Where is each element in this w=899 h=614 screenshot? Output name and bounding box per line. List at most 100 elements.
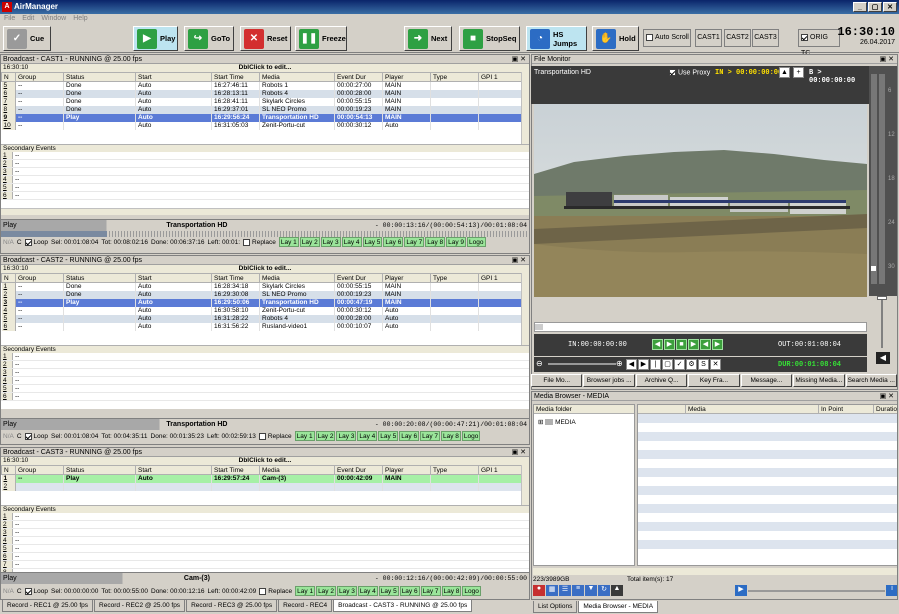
- layer-button-4[interactable]: Lay 4: [341, 237, 362, 247]
- table-row[interactable]: 8 -- Done Auto 16:29:37:01 SL NEO Promo 00:00:…: [1, 106, 529, 114]
- secondary-row[interactable]: 2 --: [1, 160, 529, 168]
- messages-button[interactable]: Message...: [740, 374, 793, 387]
- col-player[interactable]: Player: [382, 72, 431, 82]
- media-browser-hscroll[interactable]: [533, 568, 897, 575]
- cast3-button[interactable]: CAST3: [752, 29, 779, 47]
- refresh-icon[interactable]: ↻: [598, 585, 610, 596]
- col-event-dur[interactable]: Event Dur: [334, 72, 383, 82]
- secondary-row[interactable]: 7 --: [1, 561, 529, 569]
- mark-in-icon[interactable]: ◀: [700, 339, 711, 350]
- col-type[interactable]: Type: [430, 72, 479, 82]
- col-n[interactable]: N: [1, 273, 16, 283]
- replace-toggle[interactable]: Replace: [258, 431, 292, 443]
- list-item[interactable]: [638, 414, 897, 423]
- list-item[interactable]: [638, 531, 897, 540]
- scrub-handle[interactable]: [535, 324, 543, 330]
- replace-checkbox[interactable]: [243, 238, 251, 246]
- media-scrub-track[interactable]: [748, 590, 885, 592]
- menu-help[interactable]: Help: [73, 14, 87, 24]
- mark-out-icon[interactable]: ▶: [712, 339, 723, 350]
- table-row[interactable]: 2: [1, 483, 529, 491]
- record-icon[interactable]: ●: [533, 585, 545, 596]
- list-item[interactable]: [638, 504, 897, 513]
- reset-button[interactable]: ✕ Reset: [240, 26, 291, 51]
- clip-icon[interactable]: ▢: [662, 359, 673, 370]
- key-frames-button[interactable]: Key Fra...: [688, 374, 740, 387]
- col-player[interactable]: Player: [382, 273, 431, 283]
- col-media[interactable]: Media: [259, 273, 335, 283]
- secondary-row[interactable]: 1 --: [1, 513, 529, 521]
- layer-button-4[interactable]: Lay 4: [357, 586, 378, 596]
- col-media[interactable]: Media: [259, 72, 335, 82]
- menu-edit[interactable]: Edit: [22, 14, 34, 24]
- col-status[interactable]: Status: [63, 465, 136, 475]
- play-media-icon[interactable]: ▶: [735, 585, 747, 596]
- jump-end-icon[interactable]: ▶: [638, 359, 649, 370]
- layer-button-9[interactable]: Logo: [461, 431, 481, 441]
- file-monitor-button[interactable]: File Mo...: [531, 374, 583, 387]
- table-row[interactable]: 6 -- Auto 16:31:56:22 Rusland-video1 00:00:10…: [1, 323, 529, 331]
- loop-checkbox[interactable]: [24, 238, 32, 246]
- panel-pin-close-icon[interactable]: ▣ ✕: [880, 392, 894, 401]
- loop-checkbox[interactable]: [24, 587, 32, 595]
- delete-icon[interactable]: ✕: [710, 359, 721, 370]
- cast1-hscroll[interactable]: [1, 208, 529, 215]
- secondary-events-header[interactable]: Secondary Events: [1, 345, 529, 353]
- col-start-time[interactable]: Start Time: [211, 465, 260, 475]
- stopseq-button[interactable]: ■ StopSeq: [459, 26, 520, 51]
- tab-list-options[interactable]: List Options: [533, 601, 578, 613]
- table-row[interactable]: 5 -- Auto 16:31:28:22 Robots 4 00:00:28:00 Aut…: [1, 315, 529, 323]
- table-row[interactable]: 4 -- Auto 16:30:58:10 Zenit-Portu-cut 00:00:3…: [1, 307, 529, 315]
- secondary-row[interactable]: 4 --: [1, 377, 529, 385]
- use-proxy-checkbox[interactable]: [669, 69, 676, 76]
- col-n[interactable]: N: [1, 72, 16, 82]
- loop-toggle[interactable]: Loop: [24, 237, 48, 249]
- cast3-scrollbar[interactable]: [521, 465, 529, 505]
- secondary-row[interactable]: 3 --: [1, 369, 529, 377]
- layer-button-1[interactable]: Lay 1: [278, 237, 299, 247]
- table-row[interactable]: 5 -- Done Auto 16:27:46:11 Robots 1 00:00:27:0…: [1, 81, 529, 90]
- col-group[interactable]: Group: [15, 72, 64, 82]
- loop-toggle[interactable]: Loop: [24, 431, 48, 443]
- layer-button-8[interactable]: Lay 8: [425, 237, 446, 247]
- next-frame-icon[interactable]: ▶: [664, 339, 675, 350]
- layer-button-5[interactable]: Lay 5: [362, 237, 383, 247]
- layer-button-2[interactable]: Lay 2: [315, 431, 336, 441]
- tab-cast3[interactable]: Broadcast - CAST3 - RUNNING @ 25.00 fps: [333, 600, 473, 612]
- col-start[interactable]: Start: [135, 72, 212, 82]
- tab-rec1[interactable]: Record - REC1 @ 25.00 fps: [2, 600, 94, 612]
- col-status[interactable]: Status: [63, 72, 136, 82]
- table-row[interactable]: 7 -- Done Auto 16:28:41:11 Skylark Circles 00:…: [1, 98, 529, 106]
- s-icon[interactable]: S: [698, 359, 709, 370]
- col-event-dur[interactable]: Event Dur: [334, 465, 383, 475]
- cut-icon[interactable]: |: [650, 359, 661, 370]
- monitor-scrub-bar[interactable]: [534, 322, 867, 332]
- hs-jumps-button[interactable]: ◔ HS Jumps: [526, 26, 587, 51]
- secondary-row[interactable]: 5 --: [1, 184, 529, 192]
- list-item[interactable]: [638, 477, 897, 486]
- secondary-row[interactable]: 5 --: [1, 385, 529, 393]
- list-item[interactable]: [638, 468, 897, 477]
- col-type[interactable]: Type: [430, 465, 479, 475]
- secondary-row[interactable]: 2 --: [1, 361, 529, 369]
- use-proxy-toggle[interactable]: Use Proxy: [669, 69, 710, 76]
- table-row[interactable]: 1 -- Done Auto 16:28:34:18 Skylark Circles 00:…: [1, 282, 529, 291]
- list-item[interactable]: [638, 450, 897, 459]
- menu-file[interactable]: File: [4, 14, 15, 24]
- layer-button-3[interactable]: Lay 3: [336, 586, 357, 596]
- info-icon[interactable]: i: [886, 585, 897, 596]
- layer-button-1[interactable]: Lay 1: [294, 431, 315, 441]
- panel-pin-close-icon[interactable]: ▣ ✕: [512, 55, 526, 64]
- layer-button-9[interactable]: Lay 9: [446, 237, 467, 247]
- col-start-time[interactable]: Start Time: [211, 72, 260, 82]
- secondary-row[interactable]: 6 --: [1, 192, 529, 200]
- maximize-button[interactable]: ▢: [868, 2, 882, 12]
- play-icon[interactable]: ▶: [688, 339, 699, 350]
- orig-tc-toggle[interactable]: ORIG TC: [798, 29, 840, 57]
- col-in-point[interactable]: In Point: [819, 405, 874, 413]
- col-group[interactable]: Group: [15, 465, 64, 475]
- layer-button-6[interactable]: Lay 6: [383, 237, 404, 247]
- layer-button-9[interactable]: Logo: [462, 586, 481, 596]
- layer-button-4[interactable]: Lay 4: [357, 431, 378, 441]
- table-row[interactable]: 10 -- Auto 16:31:05:03 Zenit-Portu-cut 00:00:…: [1, 122, 529, 130]
